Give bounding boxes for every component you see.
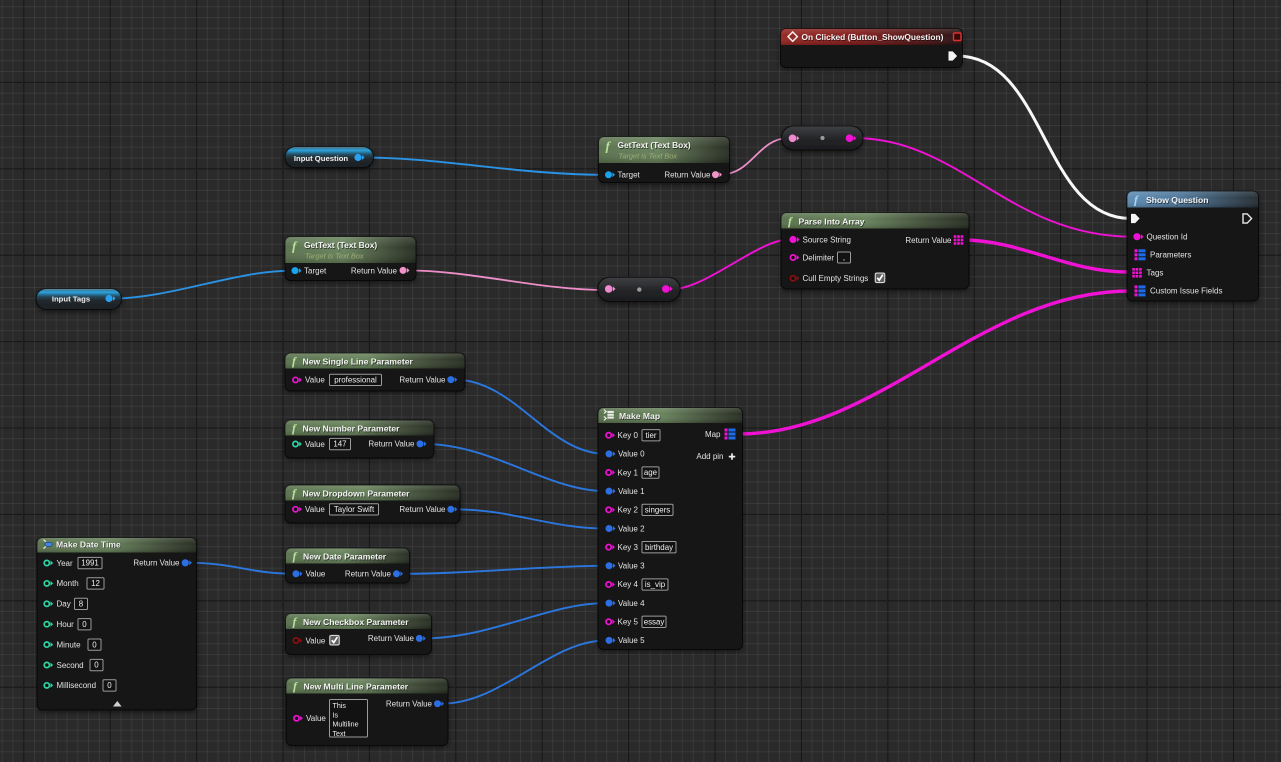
svg-text:Return Value: Return Value [351,266,398,275]
svg-text:Minute: Minute [57,640,82,649]
svg-text:0: 0 [82,620,87,629]
svg-text:12: 12 [91,579,100,588]
svg-text:8: 8 [79,599,84,608]
svg-text:This: This [333,702,347,710]
svg-text:Key 1: Key 1 [618,468,639,477]
svg-text:Key 0: Key 0 [618,431,639,440]
svg-text:Input Question: Input Question [294,154,349,163]
svg-text:GetText (Text Box): GetText (Text Box) [618,140,691,150]
svg-text:Return Value: Return Value [399,505,446,514]
svg-text:Show Question: Show Question [1146,195,1209,205]
svg-text:Custom Issue Fields: Custom Issue Fields [1150,287,1222,296]
svg-text:Value 5: Value 5 [618,636,645,645]
svg-text:Value: Value [306,636,326,645]
svg-text:Return Value: Return Value [345,570,392,579]
svg-text:Parse Into Array: Parse Into Array [799,217,865,227]
svg-text:professional: professional [334,375,377,384]
svg-text:Return Value: Return Value [664,171,711,180]
svg-text:Value: Value [306,714,326,723]
svg-text:Source String: Source String [803,235,851,244]
svg-text:Value: Value [305,505,325,514]
svg-text:Input Tags: Input Tags [52,295,90,304]
svg-text:Delimiter: Delimiter [803,253,835,262]
svg-text:Return Value: Return Value [905,236,952,245]
svg-text:essay: essay [644,617,665,626]
svg-text:Value 1: Value 1 [618,487,645,496]
svg-text:Value: Value [305,376,325,385]
svg-text:Target: Target [618,171,641,180]
svg-text:Value 4: Value 4 [618,599,645,608]
svg-text:,: , [843,253,845,262]
svg-text:Value 3: Value 3 [618,562,645,571]
svg-text:is_vip: is_vip [645,580,666,589]
svg-text:Return Value: Return Value [368,440,415,449]
svg-text:Hour: Hour [57,620,75,629]
svg-text:Parameters: Parameters [1150,251,1191,260]
svg-text:New Number Parameter: New Number Parameter [303,424,401,434]
svg-text:Value: Value [306,570,326,579]
svg-text:0: 0 [107,681,112,690]
svg-text:Month: Month [57,579,79,588]
svg-text:Millisecond: Millisecond [57,681,97,690]
svg-text:Return Value: Return Value [368,634,415,643]
svg-text:Year: Year [57,559,74,568]
svg-text:Target: Target [304,266,327,275]
svg-text:Key 2: Key 2 [618,506,639,515]
svg-text:Multiline: Multiline [333,721,359,729]
svg-text:New Checkbox Parameter: New Checkbox Parameter [303,617,409,627]
svg-text:Is: Is [333,711,339,719]
svg-text:Return Value: Return Value [133,559,180,568]
svg-text:0: 0 [92,640,97,649]
svg-text:Value 0: Value 0 [618,450,645,459]
svg-text:tier: tier [646,431,657,440]
svg-text:Map: Map [705,430,721,439]
svg-text:Question Id: Question Id [1147,233,1188,242]
svg-text:Make Date Time: Make Date Time [56,539,121,549]
svg-text:singers: singers [645,505,670,514]
svg-text:GetText (Text Box): GetText (Text Box) [304,240,377,250]
svg-text:New Date Parameter: New Date Parameter [303,552,387,562]
svg-text:Key 3: Key 3 [618,543,639,552]
svg-text:0: 0 [94,661,99,670]
svg-text:New Dropdown Parameter: New Dropdown Parameter [303,489,411,499]
svg-text:Text: Text [333,730,346,738]
svg-text:Target is Text Box: Target is Text Box [305,252,364,261]
svg-text:Add pin: Add pin [696,452,723,461]
svg-text:Return Value: Return Value [386,700,433,709]
svg-text:Tags: Tags [1147,269,1164,278]
svg-text:Value: Value [305,440,325,449]
svg-text:New Multi Line Parameter: New Multi Line Parameter [304,682,409,692]
svg-text:Key 4: Key 4 [618,580,639,589]
svg-text:Cull Empty Strings: Cull Empty Strings [803,274,869,283]
svg-text:147: 147 [333,440,346,449]
svg-text:Key 5: Key 5 [618,618,639,627]
svg-text:Value 2: Value 2 [618,524,645,533]
svg-text:Second: Second [57,661,84,670]
svg-text:On Clicked (Button_ShowQuestio: On Clicked (Button_ShowQuestion) [802,32,944,42]
svg-text:1991: 1991 [81,559,99,568]
svg-text:birthday: birthday [645,543,673,552]
svg-text:age: age [644,468,658,477]
svg-text:Day: Day [57,600,71,609]
svg-text:Make Map: Make Map [619,411,660,421]
svg-text:Return Value: Return Value [399,375,446,384]
svg-text:Taylor Swift: Taylor Swift [334,505,375,514]
svg-text:New Single Line Parameter: New Single Line Parameter [303,357,414,367]
svg-text:Target is Text Box: Target is Text Box [619,152,678,161]
